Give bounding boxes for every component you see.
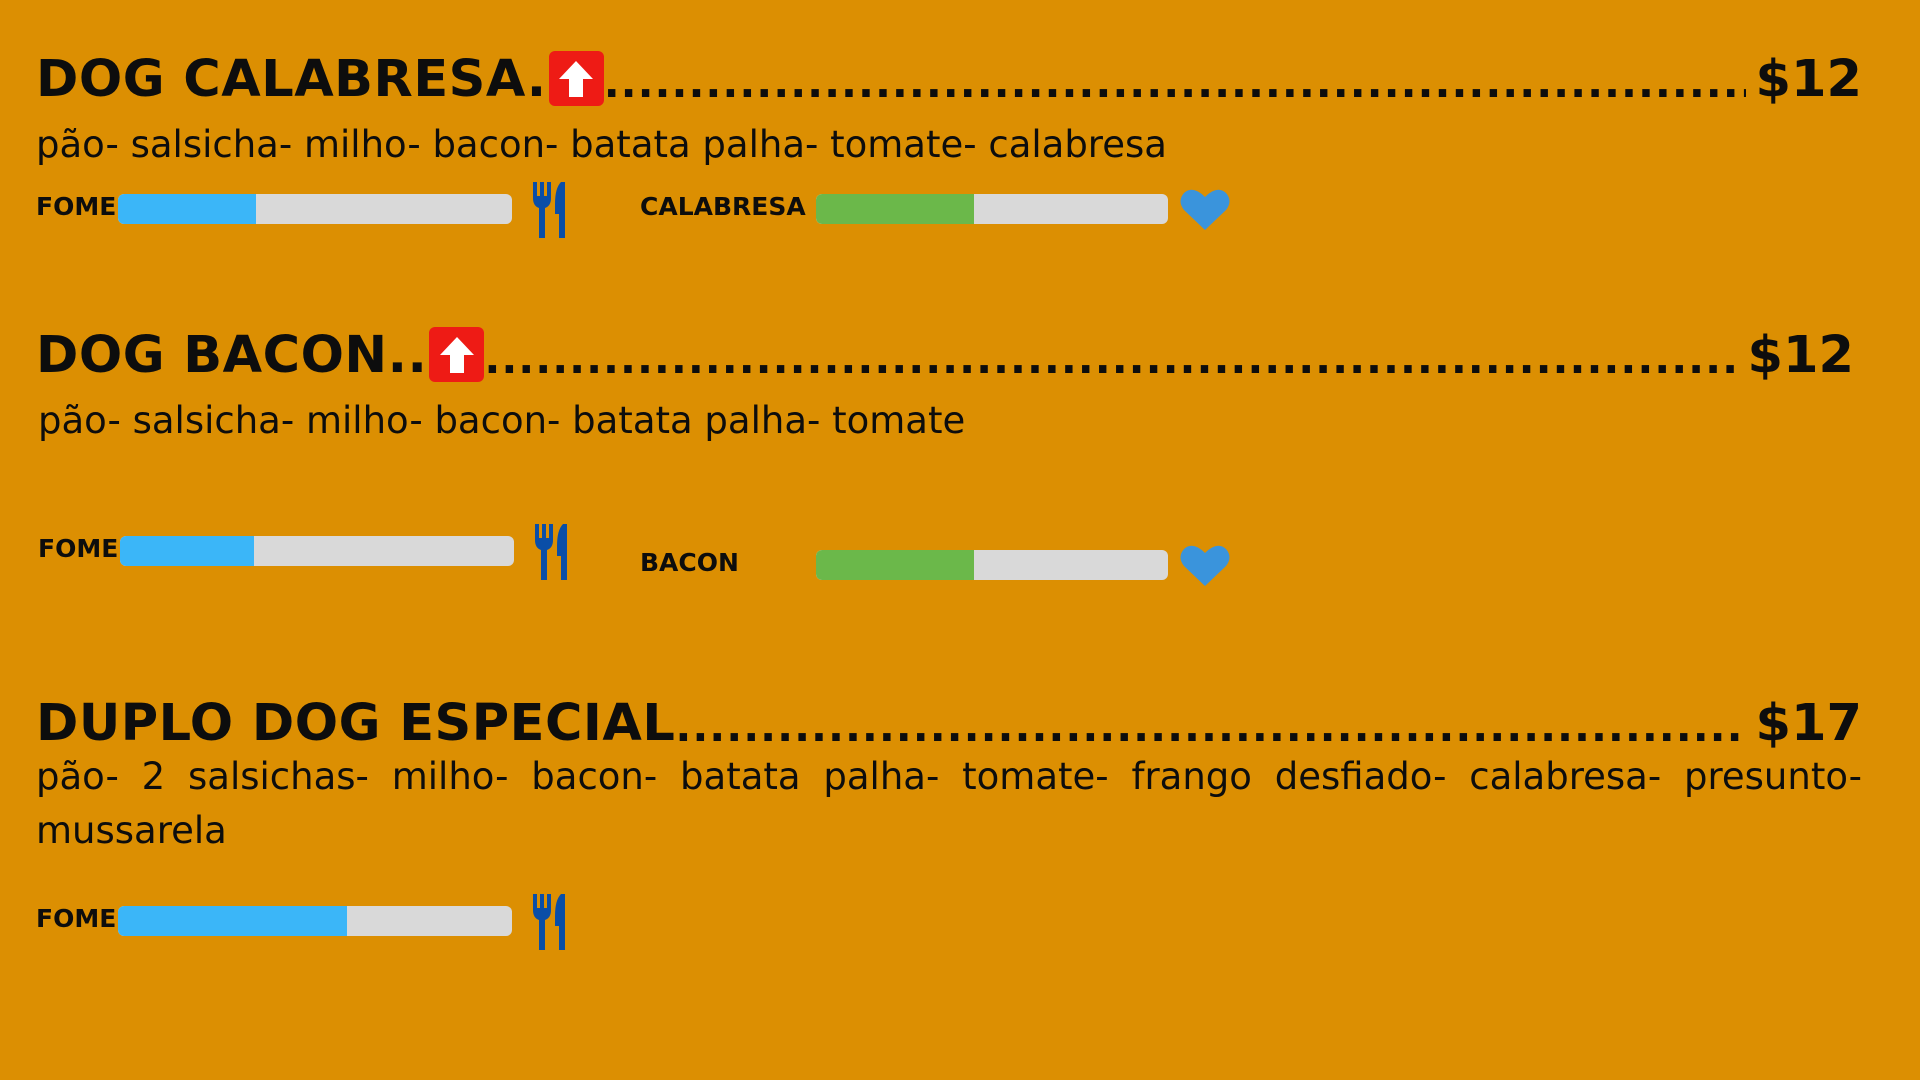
item-price: $12 (1747, 326, 1854, 385)
item-name: DOG BACON.. (36, 326, 428, 385)
meter-label: BACON (640, 548, 739, 577)
like-bar-fill (816, 194, 975, 224)
dot-leader: ........................................… (484, 334, 1738, 383)
hunger-bar-track (120, 536, 514, 566)
like-bar-track (816, 194, 1168, 224)
item-title-row: DUPLO DOG ESPECIAL .....................… (36, 684, 1862, 754)
fork-knife-icon (535, 524, 567, 580)
like-meter: CALABRESA (640, 182, 1260, 232)
hunger-meter: FOME (38, 524, 578, 580)
like-bar-fill (816, 550, 975, 580)
up-arrow-icon (548, 51, 604, 106)
fork-knife-icon (533, 894, 565, 950)
meter-label: FOME (36, 904, 117, 933)
hunger-bar-fill (118, 194, 256, 224)
menu-item-dog-calabresa: DOG CALABRESA. .........................… (36, 40, 1862, 250)
hunger-meter: FOME (36, 182, 576, 238)
item-price: $12 (1755, 50, 1862, 109)
like-bar-track (816, 550, 1168, 580)
hunger-bar-fill (120, 536, 254, 566)
item-name: DOG CALABRESA. (36, 50, 547, 109)
fork-knife-icon (533, 182, 565, 238)
item-description: pão- 2 salsichas- milho- bacon- batata p… (36, 755, 1862, 852)
item-description: pão- salsicha- milho- bacon- batata palh… (38, 399, 966, 442)
dot-leader: ........................................… (675, 702, 1745, 751)
hunger-bar-track (118, 906, 512, 936)
up-arrow-icon (429, 327, 485, 382)
hunger-bar-track (118, 194, 512, 224)
item-title-row: DOG CALABRESA. .........................… (36, 40, 1862, 110)
like-meter: BACON (640, 538, 1260, 588)
menu-item-duplo-dog-especial: DUPLO DOG ESPECIAL .....................… (36, 684, 1862, 964)
meter-label: FOME (36, 192, 117, 221)
item-price: $17 (1755, 694, 1862, 753)
hunger-bar-fill (118, 906, 347, 936)
dot-leader: ........................................… (603, 58, 1746, 107)
hunger-meter: FOME (36, 894, 576, 950)
item-title-row: DOG BACON.. ............................… (36, 316, 1862, 386)
item-description: pão- salsicha- milho- bacon- batata palh… (36, 123, 1167, 166)
item-name: DUPLO DOG ESPECIAL (36, 694, 676, 753)
menu-item-dog-bacon: DOG BACON.. ............................… (36, 316, 1862, 596)
meter-label: CALABRESA (640, 192, 806, 221)
meter-label: FOME (38, 534, 119, 563)
heart-icon (1180, 545, 1230, 586)
heart-icon (1180, 189, 1230, 230)
